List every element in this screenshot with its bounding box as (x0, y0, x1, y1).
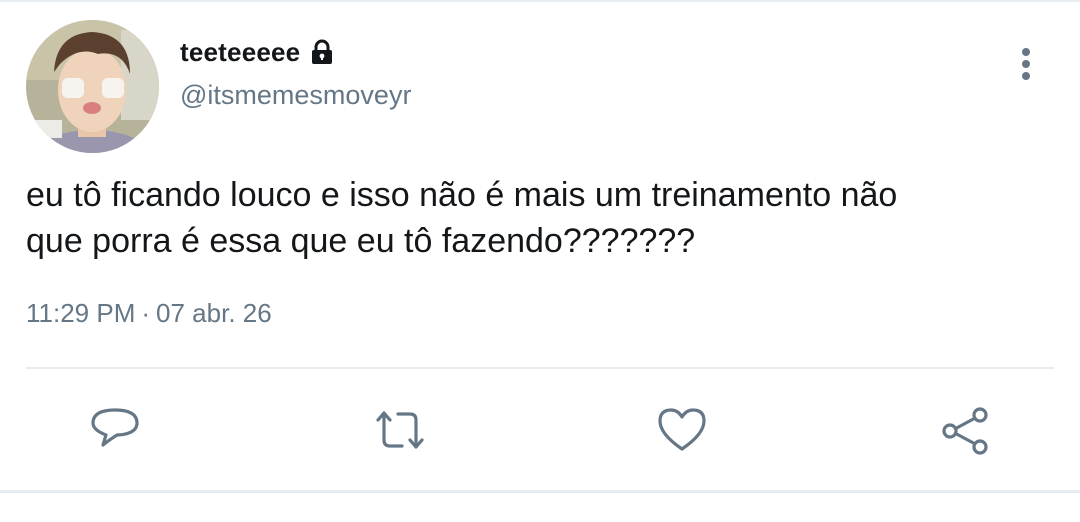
actions-divider (26, 367, 1054, 369)
timestamp-separator: · (141, 298, 151, 328)
display-name-row: teeteeeee (180, 34, 336, 70)
more-vertical-icon[interactable] (1012, 44, 1040, 84)
reply-icon (91, 408, 139, 447)
share-button[interactable] (939, 404, 991, 456)
like-button[interactable] (656, 404, 708, 456)
lock-icon (308, 38, 336, 66)
reply-button[interactable] (89, 404, 141, 456)
tweet-time: 11:29 PM (26, 298, 136, 328)
heart-icon (658, 408, 706, 451)
share-icon (942, 407, 988, 455)
tweet-card: teeteeeee @itsmemesmoveyr eu tô ficando … (0, 0, 1080, 522)
bottom-divider (0, 490, 1080, 493)
display-name[interactable]: teeteeeee (180, 37, 300, 68)
avatar[interactable] (26, 20, 159, 153)
tweet-timestamp[interactable]: 11:29 PM · 07 abr. 26 (26, 298, 272, 329)
user-handle[interactable]: @itsmemesmoveyr (180, 80, 411, 111)
retweet-icon (376, 411, 424, 449)
avatar-photo (26, 20, 159, 153)
retweet-button[interactable] (372, 404, 424, 456)
tweet-text: eu tô ficando louco e isso não é mais um… (26, 176, 898, 260)
tweet-actions (0, 400, 1080, 460)
tweet-date: 07 abr. 26 (156, 298, 272, 328)
